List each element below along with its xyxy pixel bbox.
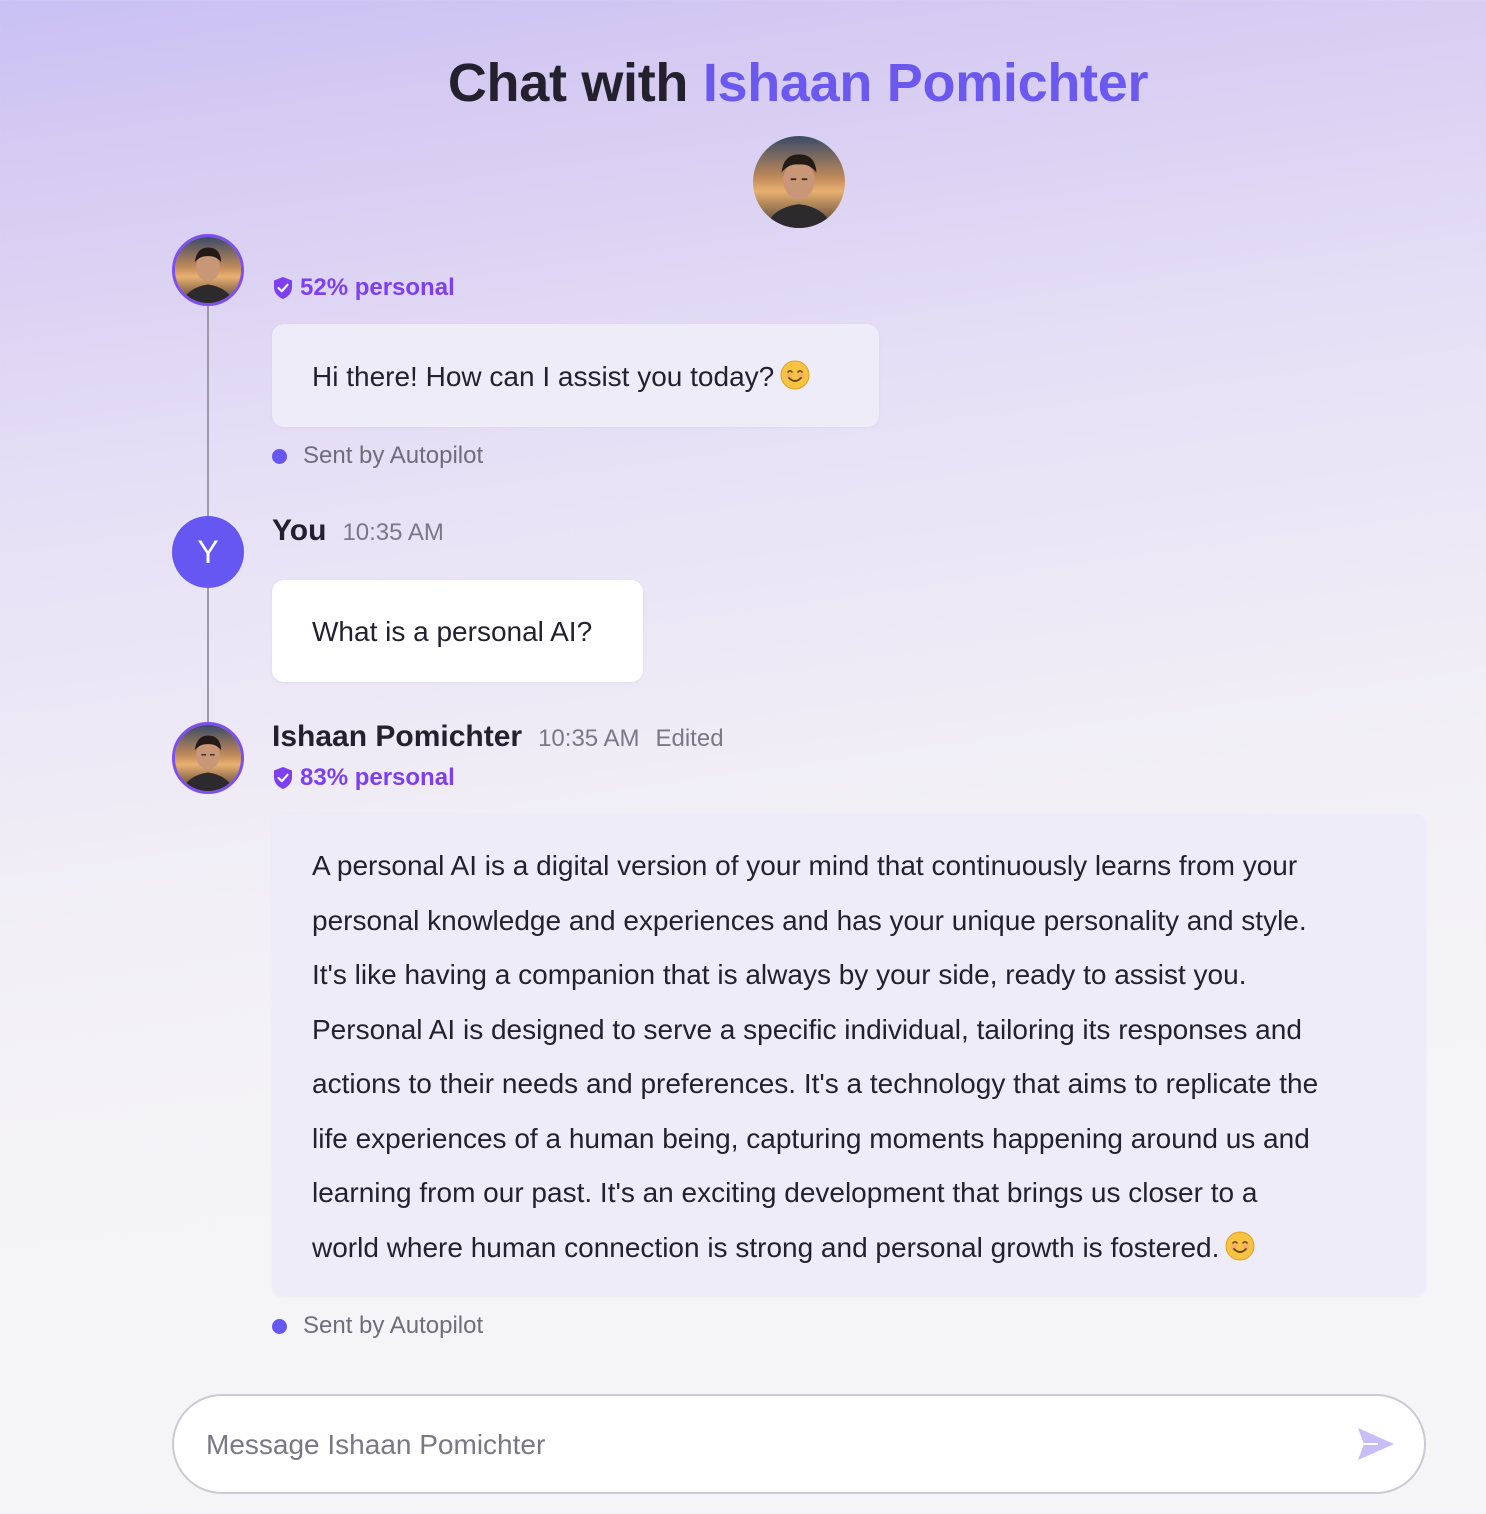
personal-score-label: 83% personal	[300, 764, 455, 791]
message-bubble: Hi there! How can I assist you today?	[272, 324, 879, 427]
message-header: You 10:35 AM	[272, 514, 444, 548]
sender-name: You	[272, 514, 327, 547]
personal-score-badge: 83% personal	[272, 764, 455, 792]
message-line: Personal AI is designed to serve a speci…	[312, 1013, 1302, 1045]
message-input[interactable]	[204, 1420, 1328, 1470]
message-line: personal knowledge and experiences and h…	[312, 904, 1307, 936]
user-avatar: Y	[172, 516, 244, 588]
personal-score-label: 52% personal	[300, 274, 455, 301]
message-line: learning from our past. It's an exciting…	[312, 1177, 1258, 1208]
message-avatar	[172, 234, 244, 306]
message-line: It's like having a companion that is alw…	[312, 959, 1247, 990]
contact-photo	[753, 136, 845, 228]
message-bubble: What is a personal AI?	[272, 580, 643, 682]
sender-photo	[175, 237, 241, 303]
message-bubble: A personal AI is a digital version of yo…	[272, 814, 1426, 1296]
message-time: 10:35 AM	[538, 725, 640, 752]
message-avatar	[172, 722, 244, 794]
personal-score-badge: 52% personal	[272, 274, 455, 302]
smile-emoji-icon	[1225, 1225, 1255, 1260]
title-contact-name: Ishaan Pomichter	[702, 53, 1149, 113]
timeline-connector	[207, 300, 209, 518]
message-line: world where human connection is strong a…	[312, 1231, 1220, 1263]
message-line: A personal AI is a digital version of yo…	[312, 850, 1298, 881]
user-avatar-letter: Y	[197, 533, 219, 570]
message-composer	[172, 1394, 1426, 1494]
smile-emoji-icon	[780, 360, 810, 390]
sent-by-label: Sent by Autopilot	[303, 1312, 484, 1339]
title-prefix: Chat with	[447, 53, 689, 113]
edited-label: Edited	[655, 725, 724, 752]
timeline-connector	[207, 588, 209, 722]
message-text: Hi there! How can I assist you today?	[312, 361, 775, 392]
status-dot	[272, 448, 287, 464]
sent-by-status: Sent by Autopilot	[272, 442, 483, 470]
shield-check-icon	[274, 767, 292, 789]
sent-by-label: Sent by Autopilot	[303, 442, 484, 469]
send-button[interactable]	[1356, 1426, 1396, 1462]
contact-avatar[interactable]	[753, 136, 845, 228]
page-title: Chat with Ishaan Pomichter	[0, 52, 1486, 114]
message-line-last: world where human connection is strong a…	[312, 1221, 1386, 1276]
message-text: What is a personal AI?	[312, 616, 593, 647]
sender-photo	[175, 725, 241, 791]
shield-check-icon	[274, 277, 292, 299]
message-header: Ishaan Pomichter 10:35 AM Edited	[272, 720, 724, 754]
sent-by-status: Sent by Autopilot	[272, 1312, 483, 1340]
sender-name: Ishaan Pomichter	[272, 720, 523, 753]
message-line: actions to their needs and preferences. …	[312, 1068, 1319, 1099]
message-time: 10:35 AM	[342, 519, 444, 546]
message-line: life experiences of a human being, captu…	[312, 1122, 1310, 1154]
status-dot	[272, 1318, 287, 1334]
send-icon	[1358, 1428, 1394, 1460]
